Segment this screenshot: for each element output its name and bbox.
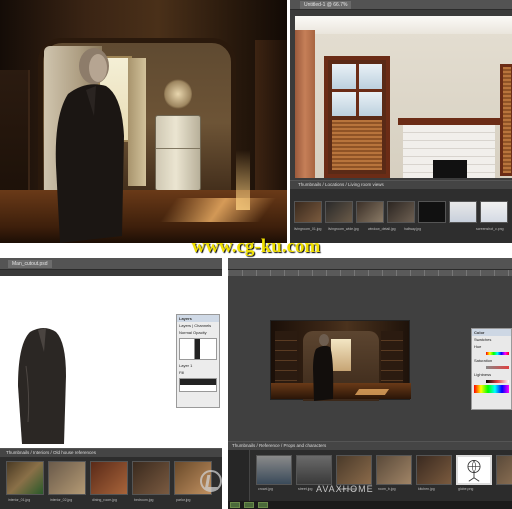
photoshop-room-panel: Untitled-1 @ 66.7% Thumbnails / Location… — [290, 0, 512, 243]
site-watermark: www.cg-ku.com — [191, 236, 321, 257]
thumbnail[interactable] — [48, 461, 86, 495]
thumbnail[interactable] — [387, 201, 415, 223]
thumbnail[interactable] — [480, 201, 508, 223]
film-still-panel — [0, 0, 287, 243]
folder-panel[interactable] — [228, 450, 250, 502]
hue-label: Hue — [474, 344, 482, 349]
thumbnail-label: bedroom.jpg — [134, 498, 154, 502]
thumbnail[interactable] — [90, 461, 128, 495]
taskbar-button[interactable] — [230, 502, 240, 508]
thumbnail[interactable] — [256, 455, 292, 485]
thumbnail[interactable] — [416, 455, 452, 485]
thumbnail-label: livingroom_01.jpg — [294, 227, 322, 231]
saturation-slider[interactable] — [486, 366, 509, 369]
thumbnail-label: room_b.jpg — [378, 487, 396, 491]
tab-layers[interactable]: Layers — [179, 323, 191, 328]
thumbnail[interactable] — [6, 461, 44, 495]
filmstrip-title: Thumbnails / Reference / Props and chara… — [228, 442, 512, 450]
thumbnail[interactable] — [376, 455, 412, 485]
color-ramp[interactable] — [474, 385, 509, 393]
globe-icon — [467, 460, 481, 482]
ruler — [228, 270, 512, 276]
floor — [271, 383, 411, 399]
ceiling — [295, 16, 512, 34]
bookshelf-left — [275, 331, 297, 387]
red-curtain — [295, 30, 315, 178]
thumbnail[interactable] — [296, 455, 332, 485]
document-tab[interactable]: Man_cutout.psd — [8, 260, 52, 268]
filmstrip-title: Thumbnails / Interiors / Old house refer… — [0, 449, 222, 457]
thumbnail[interactable] — [449, 201, 477, 223]
man-silhouette-icon — [313, 334, 334, 401]
icebox — [155, 115, 201, 191]
color-panel-title: Color — [472, 329, 511, 336]
taskbar-button[interactable] — [258, 502, 268, 508]
document-tab-bar: Man_cutout.psd — [0, 258, 222, 270]
thumbnail[interactable] — [325, 201, 353, 223]
filmstrip: Thumbnails / Interiors / Old house refer… — [0, 448, 222, 509]
firebox-opening — [433, 160, 467, 178]
curtain-right — [128, 58, 146, 186]
thumbnail-selected[interactable] — [456, 455, 492, 485]
thumbnail[interactable] — [418, 201, 446, 223]
filmstrip: Thumbnails / Locations / Living room vie… — [290, 180, 512, 243]
tab-channels[interactable]: Channels — [194, 323, 211, 328]
blend-mode-select[interactable]: Normal — [179, 330, 192, 335]
thumbnail[interactable] — [132, 461, 170, 495]
thumbnail[interactable] — [336, 455, 372, 485]
bookshelf-right — [381, 331, 403, 387]
thumbnail[interactable] — [496, 455, 512, 485]
color-panel[interactable]: Color Swatches Hue Saturation Lightness — [471, 328, 512, 410]
thumbnail-label: crowd.jpg — [258, 487, 273, 491]
thumbnail-label: window_detail.jpg — [368, 227, 396, 231]
layer-preview[interactable] — [179, 338, 217, 360]
dialog-title: Layers — [177, 315, 219, 322]
opacity-label: Opacity — [193, 330, 207, 335]
man-cutout-icon — [18, 328, 66, 444]
filmstrip: Thumbnails / Reference / Props and chara… — [228, 441, 512, 509]
layer-name[interactable]: Layer 1 — [177, 362, 219, 369]
thumbnail-label: kitchen.jpg — [418, 487, 435, 491]
thumbnail-label: interior_01.jpg — [8, 498, 31, 502]
thumbnail-label: globe.png — [458, 487, 474, 491]
lightness-slider[interactable] — [486, 380, 509, 383]
secondary-watermark: AVAXHOME — [316, 484, 374, 494]
mantel-shelf — [398, 118, 502, 125]
photoshop-still-panel: Color Swatches Hue Saturation Lightness … — [228, 258, 512, 509]
saturation-label: Saturation — [474, 358, 493, 363]
thumbnail-label: street.jpg — [298, 487, 313, 491]
light-beam — [236, 150, 250, 210]
taskbar-button[interactable] — [244, 502, 254, 508]
sunlight-patch — [354, 389, 390, 395]
hanging-lamp — [164, 78, 192, 110]
lightness-label: Lightness — [474, 372, 492, 377]
window-shutters — [324, 56, 390, 178]
thumbnail-label: interior_02.jpg — [50, 498, 73, 502]
cutout-panel: Man_cutout.psd Layers Layers | Channels … — [0, 258, 222, 509]
sunlight-patch — [159, 198, 277, 222]
thumbnail-label: parlor.jpg — [176, 498, 191, 502]
thumbnail-label: livingroom_wide.jpg — [328, 227, 359, 231]
white-canvas[interactable]: Layers Layers | Channels Normal Opacity … — [0, 276, 222, 448]
thumbnail[interactable] — [294, 201, 322, 223]
layer-preview-2[interactable] — [179, 378, 217, 392]
layers-dialog[interactable]: Layers Layers | Channels Normal Opacity … — [176, 314, 220, 408]
document-tab-bar: Untitled-1 @ 66.7% — [290, 0, 512, 10]
thumbnail-label: screenshot_c.png — [476, 227, 504, 231]
man-silhouette-icon — [55, 48, 124, 243]
menu-bar — [228, 258, 512, 270]
avax-logo-icon — [200, 470, 222, 492]
swatches-tab[interactable]: Swatches — [472, 336, 511, 343]
taskbar — [228, 501, 512, 509]
hue-slider[interactable] — [486, 352, 509, 355]
filmstrip-title: Thumbnails / Locations / Living room vie… — [290, 181, 512, 189]
fill-label: Fill — [179, 370, 185, 375]
window-right — [500, 64, 512, 176]
thumbnail[interactable] — [356, 201, 384, 223]
thumbnail-label: dining_room.jpg — [92, 498, 117, 502]
document-tab[interactable]: Untitled-1 @ 66.7% — [300, 1, 352, 9]
room-canvas[interactable] — [295, 16, 512, 178]
dark-film-still[interactable] — [270, 320, 411, 401]
thumbnail-label: hallway.jpg — [404, 227, 422, 231]
